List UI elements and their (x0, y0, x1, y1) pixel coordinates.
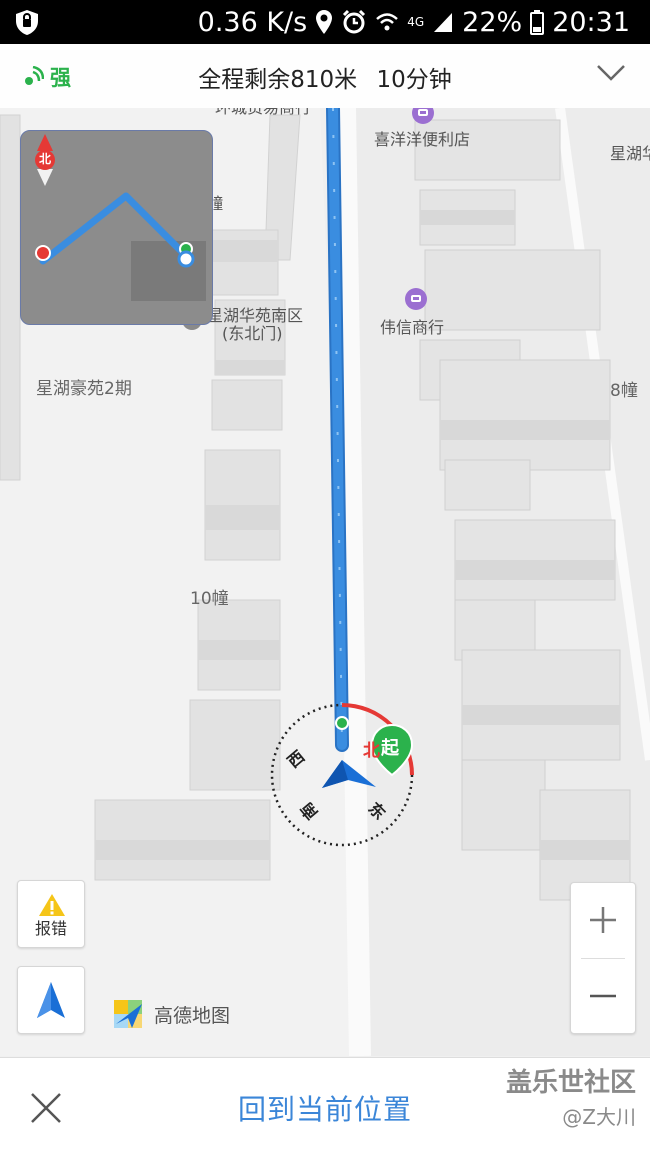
map-label-xinghu-south-gate[interactable]: (东北门) (222, 320, 283, 344)
amap-logo-icon (114, 1000, 142, 1028)
clock: 20:31 (552, 6, 630, 38)
route-summary: 全程剩余810米 10分钟 (0, 60, 650, 94)
map-label-building-10: 10幢 (190, 589, 229, 609)
status-bar: 0.36 K/s 4G 22% 20:31 (0, 0, 650, 44)
network-speed: 0.36 K/s (197, 6, 308, 38)
amap-brand: 高德地图 (112, 998, 230, 1030)
heading-mode-button[interactable] (17, 966, 85, 1034)
report-error-button[interactable]: 报错 (17, 880, 85, 948)
amap-brand-label: 高德地图 (154, 1004, 231, 1027)
map-label-weixin[interactable]: 伟信商行 (380, 314, 444, 338)
zoom-in-button[interactable] (588, 905, 618, 935)
map-label-top: 环城贸易商行 (215, 108, 311, 118)
alarm-icon (343, 9, 366, 34)
navigation-arrow-icon (37, 982, 65, 1018)
zoom-divider (581, 958, 625, 959)
zoom-controls (570, 882, 636, 1034)
wifi-icon (376, 13, 399, 31)
shield-icon (16, 10, 38, 35)
chevron-down-icon[interactable] (596, 64, 626, 82)
remaining-distance: 全程剩余810米 (198, 67, 358, 93)
battery-icon (530, 10, 545, 35)
warning-icon (39, 894, 65, 916)
zoom-out-button[interactable] (588, 981, 618, 1011)
route-overview-minimap[interactable]: 北 (20, 130, 213, 325)
cell-signal-icon (434, 13, 453, 32)
report-error-label: 报错 (34, 919, 67, 938)
map-label-haoyuan: 星湖豪苑2期 (36, 379, 132, 399)
map-label-xinghu-hua: 星湖华 (610, 144, 650, 163)
remaining-time: 10分钟 (376, 67, 452, 93)
start-marker-label: 起 (381, 738, 399, 759)
watermark: 盖乐世社区 @Z大川 (506, 1062, 636, 1130)
watermark-author: @Z大川 (562, 1105, 636, 1129)
map-label-xiyangyang[interactable]: 喜洋洋便利店 (374, 126, 470, 150)
battery-percent: 22% (462, 6, 523, 38)
navigation-header: 强 全程剩余810米 10分钟 (0, 44, 650, 109)
shop-poi-icon[interactable] (405, 288, 427, 310)
location-pin-icon (316, 10, 333, 34)
watermark-community: 盖乐世社区 (505, 1068, 636, 1098)
network-type: 4G (407, 15, 425, 29)
minimap-north-label: 北 (39, 152, 52, 166)
map-label-building-8: 8幢 (610, 381, 638, 401)
compass-north: 北 (363, 741, 380, 761)
